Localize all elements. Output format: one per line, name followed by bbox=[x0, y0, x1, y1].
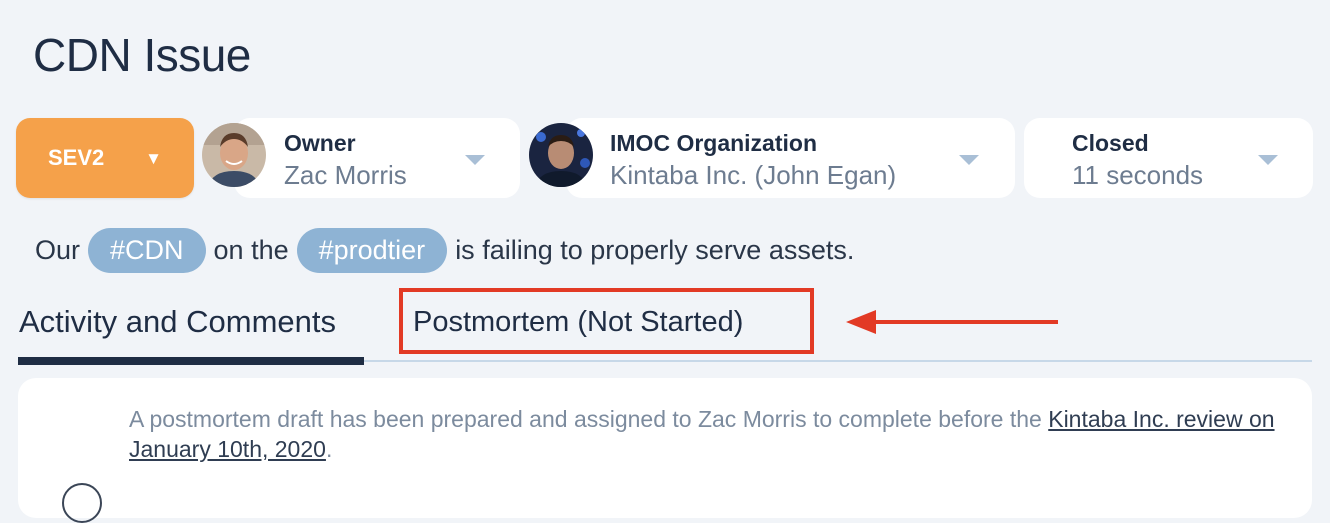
desc-middle: on the bbox=[213, 235, 289, 265]
owner-field[interactable]: Owner Zac Morris bbox=[234, 118, 520, 198]
active-tab-indicator bbox=[18, 357, 364, 365]
activity-message: A postmortem draft has been prepared and… bbox=[129, 404, 1279, 464]
status-field[interactable]: Closed 11 seconds bbox=[1024, 118, 1313, 198]
tab-activity-comments[interactable]: Activity and Comments bbox=[19, 304, 336, 340]
imoc-field[interactable]: IMOC Organization Kintaba Inc. (John Ega… bbox=[566, 118, 1015, 198]
status-label: Closed bbox=[1072, 130, 1149, 156]
imoc-label: IMOC Organization bbox=[610, 130, 817, 156]
caret-down-icon: ▼ bbox=[145, 149, 162, 168]
annotation-arrow-icon bbox=[846, 310, 1058, 334]
imoc-avatar bbox=[529, 123, 593, 187]
activity-end: . bbox=[325, 436, 333, 462]
chevron-down-icon bbox=[465, 155, 485, 165]
activity-text: A postmortem draft has been prepared and… bbox=[129, 406, 1049, 432]
tag-prodtier[interactable]: #prodtier bbox=[296, 228, 448, 273]
annotation-highlight-box bbox=[399, 288, 814, 354]
chevron-down-icon bbox=[1258, 155, 1278, 165]
chevron-down-icon bbox=[959, 155, 979, 165]
incident-description: Our #CDN on the #prodtier is failing to … bbox=[35, 228, 854, 273]
owner-value: Zac Morris bbox=[284, 160, 407, 190]
imoc-value: Kintaba Inc. (John Egan) bbox=[610, 160, 897, 190]
activity-avatar bbox=[62, 483, 102, 523]
status-value: 11 seconds bbox=[1072, 160, 1204, 190]
tabs-divider bbox=[364, 360, 1312, 362]
owner-avatar bbox=[202, 123, 266, 187]
desc-prefix: Our bbox=[35, 235, 81, 265]
owner-label: Owner bbox=[284, 130, 356, 156]
severity-dropdown[interactable]: SEV2 ▼ bbox=[16, 118, 194, 198]
desc-suffix: is failing to properly serve assets. bbox=[455, 235, 855, 265]
severity-label: SEV2 bbox=[48, 145, 105, 170]
tag-cdn[interactable]: #CDN bbox=[88, 228, 206, 273]
incident-title: CDN Issue bbox=[33, 29, 251, 81]
